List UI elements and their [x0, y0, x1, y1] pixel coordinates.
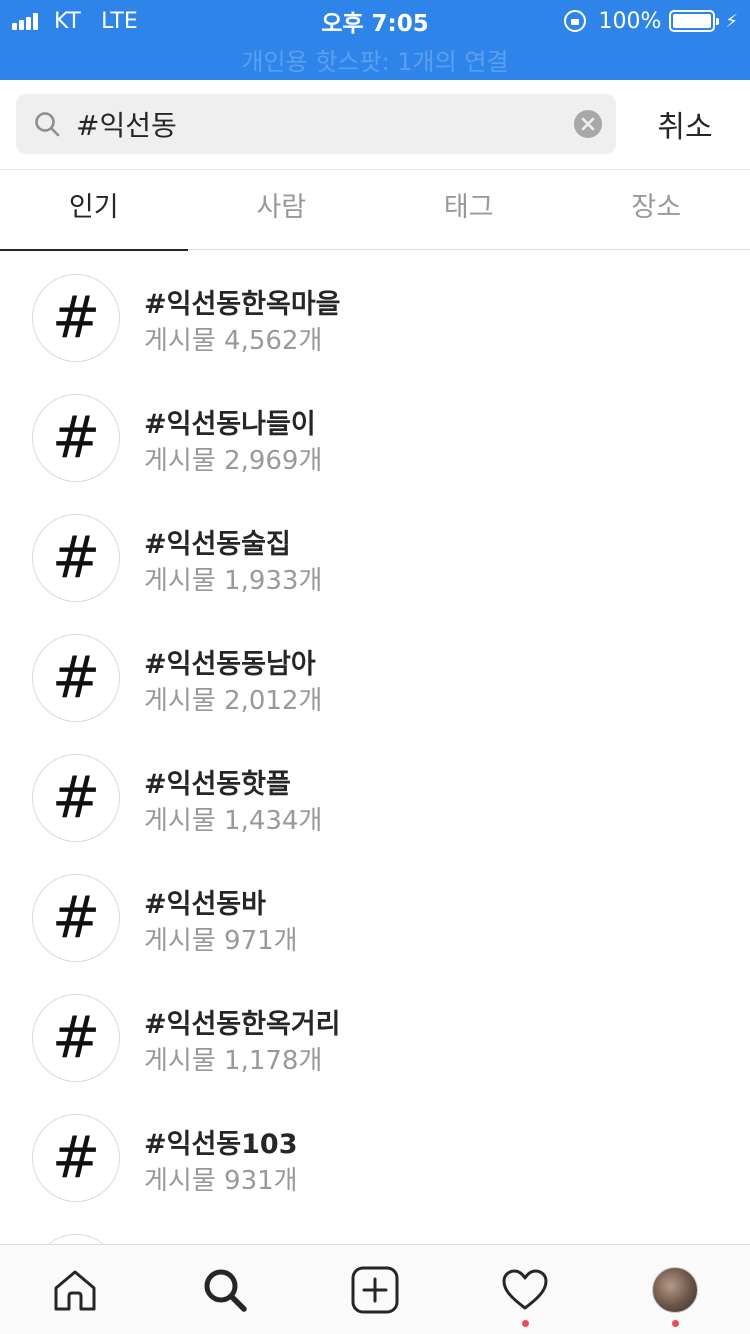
nav-activity[interactable] [450, 1245, 600, 1334]
hashtag-icon: # [32, 994, 120, 1082]
search-tabs: 인기 사람 태그 장소 [0, 170, 750, 251]
nav-profile[interactable] [600, 1245, 750, 1334]
notification-dot [672, 1320, 679, 1327]
bottom-nav [0, 1244, 750, 1334]
list-item[interactable]: # #익선동바 게시물 971개 [0, 858, 750, 978]
nav-home[interactable] [0, 1245, 150, 1334]
hashtag-icon: # [32, 634, 120, 722]
post-count: 게시물 2,012개 [144, 686, 323, 716]
post-count: 게시물 2,969개 [144, 446, 323, 476]
battery-icon [669, 10, 720, 32]
home-icon [54, 1270, 96, 1311]
hashtag-name: #익선동핫플 [144, 769, 291, 800]
post-count: 게시물 971개 [144, 926, 298, 956]
hashtag-icon: # [32, 754, 120, 842]
status-bar: KT LTE 오후 7:05 100% ⚡ 개인용 핫스팟: 1개의 연결 [0, 0, 750, 80]
hashtag-name: #익선동동남아 [144, 649, 316, 680]
clear-search-button[interactable] [574, 110, 602, 138]
hashtag-icon: # [32, 1114, 120, 1202]
hashtag-name: #익선동술집 [144, 529, 291, 560]
close-icon [581, 117, 595, 131]
hashtag-name: #익선동한옥거리 [144, 1009, 341, 1040]
list-item[interactable]: # #익선동나들이 게시물 2,969개 [0, 378, 750, 498]
search-icon [204, 1269, 247, 1312]
list-item[interactable]: # #익선동술집 게시물 1,933개 [0, 498, 750, 618]
list-item[interactable]: # #익선동핫플 게시물 1,434개 [0, 738, 750, 858]
tab-tags[interactable]: 태그 [375, 170, 563, 250]
tab-people[interactable]: 사람 [188, 170, 376, 250]
hashtag-icon: # [32, 394, 120, 482]
status-right: 100% ⚡ [564, 6, 738, 36]
post-count: 게시물 1,178개 [144, 1046, 323, 1076]
post-count: 게시물 4,562개 [144, 326, 323, 356]
tab-places[interactable]: 장소 [563, 170, 750, 250]
hashtag-icon: # [32, 514, 120, 602]
post-count: 게시물 1,933개 [144, 566, 323, 596]
list-item[interactable]: # #익선동동남아 게시물 2,012개 [0, 618, 750, 738]
search-input[interactable] [76, 104, 556, 144]
nav-add-post[interactable] [300, 1245, 450, 1334]
activity-heart-icon [502, 1269, 548, 1310]
list-item[interactable]: # #익선동한옥거리 게시물 1,178개 [0, 978, 750, 1098]
profile-avatar [652, 1267, 698, 1313]
nav-search[interactable] [150, 1245, 300, 1334]
hashtag-name: #익선동바 [144, 889, 266, 920]
charging-bolt-icon: ⚡ [725, 10, 738, 32]
hashtag-icon: # [32, 274, 120, 362]
search-icon [35, 112, 60, 137]
hashtag-name: #익선동나들이 [144, 409, 316, 440]
battery-percent: 100% [598, 8, 662, 34]
cancel-button[interactable]: 취소 [640, 102, 730, 146]
tab-top[interactable]: 인기 [0, 170, 188, 251]
hotspot-banner[interactable]: 개인용 핫스팟: 1개의 연결 [0, 42, 750, 77]
add-post-icon [351, 1266, 399, 1314]
rotation-lock-icon [564, 10, 587, 32]
search-box[interactable] [16, 94, 616, 154]
search-header: 취소 [0, 80, 750, 170]
post-count: 게시물 931개 [144, 1166, 298, 1196]
hashtag-name: #익선동한옥마을 [144, 289, 341, 320]
list-item[interactable]: # #익선동103 게시물 931개 [0, 1098, 750, 1218]
hashtag-name: #익선동103 [144, 1129, 298, 1160]
results-list: # #익선동한옥마을 게시물 4,562개 # #익선동나들이 게시물 2,96… [0, 258, 750, 1334]
hashtag-icon: # [32, 874, 120, 962]
notification-dot [522, 1320, 529, 1327]
post-count: 게시물 1,434개 [144, 806, 323, 836]
list-item[interactable]: # #익선동한옥마을 게시물 4,562개 [0, 258, 750, 378]
